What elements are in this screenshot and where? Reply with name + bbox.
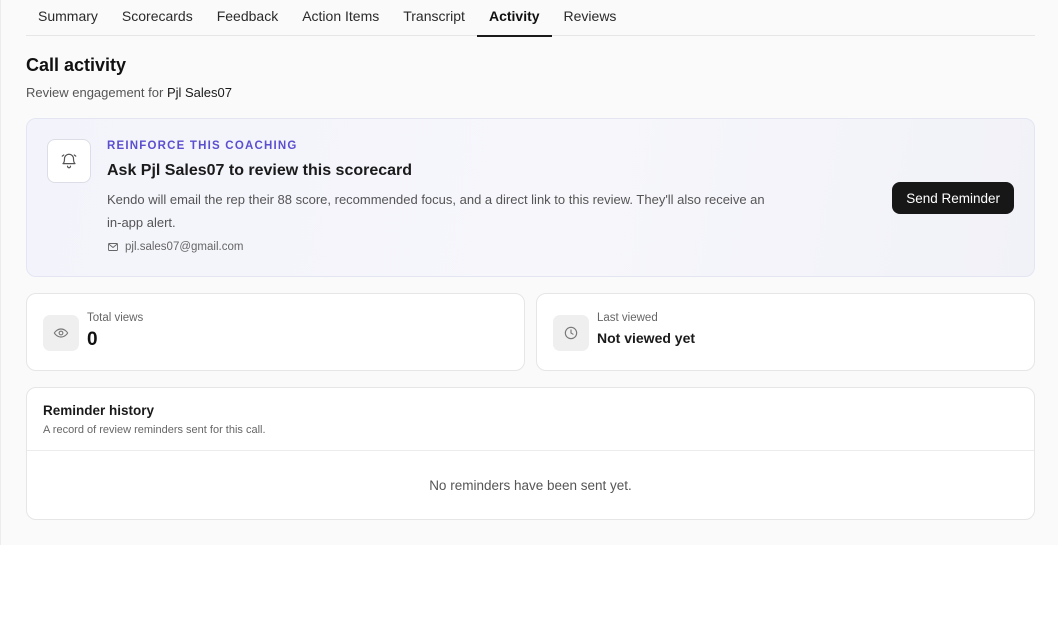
- tab-bar: Summary Scorecards Feedback Action Items…: [26, 0, 1035, 37]
- tab-scorecards[interactable]: Scorecards: [110, 0, 205, 36]
- coaching-email-address: pjl.sales07@gmail.com: [125, 241, 244, 253]
- tab-feedback[interactable]: Feedback: [205, 0, 290, 36]
- activity-panel: Summary Scorecards Feedback Action Items…: [0, 0, 1058, 545]
- bell-icon-box: [47, 139, 91, 183]
- tab-reviews[interactable]: Reviews: [552, 0, 629, 36]
- page-subtitle: Review engagement for Pjl Sales07: [26, 85, 232, 100]
- tab-transcript[interactable]: Transcript: [391, 0, 477, 36]
- clock-icon-box: [553, 315, 589, 351]
- eye-icon-box: [43, 315, 79, 351]
- coaching-eyebrow: REINFORCE THIS COACHING: [107, 140, 298, 152]
- tab-summary[interactable]: Summary: [26, 0, 110, 36]
- total-views-card: Total views 0: [26, 293, 525, 371]
- page-title: Call activity: [26, 55, 127, 75]
- total-views-value: 0: [87, 329, 98, 350]
- tab-activity[interactable]: Activity: [476, 0, 552, 37]
- mail-icon: [108, 243, 118, 251]
- eye-icon: [53, 328, 69, 338]
- subtitle-prefix: Review engagement for: [26, 85, 164, 100]
- reminder-history-title: Reminder history: [43, 403, 155, 418]
- coaching-email: pjl.sales07@gmail.com: [107, 241, 243, 253]
- last-viewed-label: Last viewed: [597, 312, 658, 324]
- clock-icon: [564, 326, 578, 340]
- divider: [27, 450, 1034, 451]
- coaching-title: Ask Pjl Sales07 to review this scorecard: [107, 162, 413, 179]
- coaching-card: REINFORCE THIS COACHING Ask Pjl Sales07 …: [26, 118, 1035, 277]
- reminder-history-subtitle: A record of review reminders sent for th…: [43, 424, 266, 436]
- rep-name: Pjl Sales07: [166, 85, 232, 100]
- last-viewed-value: Not viewed yet: [597, 330, 696, 346]
- coaching-description: Kendo will email the rep their 88 score,…: [107, 192, 765, 230]
- tab-action-items[interactable]: Action Items: [290, 0, 391, 36]
- total-views-label: Total views: [87, 312, 144, 324]
- reminder-history-card: Reminder history A record of review remi…: [26, 387, 1035, 520]
- reminder-history-empty-state: No reminders have been sent yet.: [429, 478, 632, 493]
- bell-icon: [61, 153, 77, 169]
- send-reminder-button[interactable]: Send Reminder: [892, 182, 1014, 214]
- last-viewed-card: Last viewed Not viewed yet: [536, 293, 1035, 371]
